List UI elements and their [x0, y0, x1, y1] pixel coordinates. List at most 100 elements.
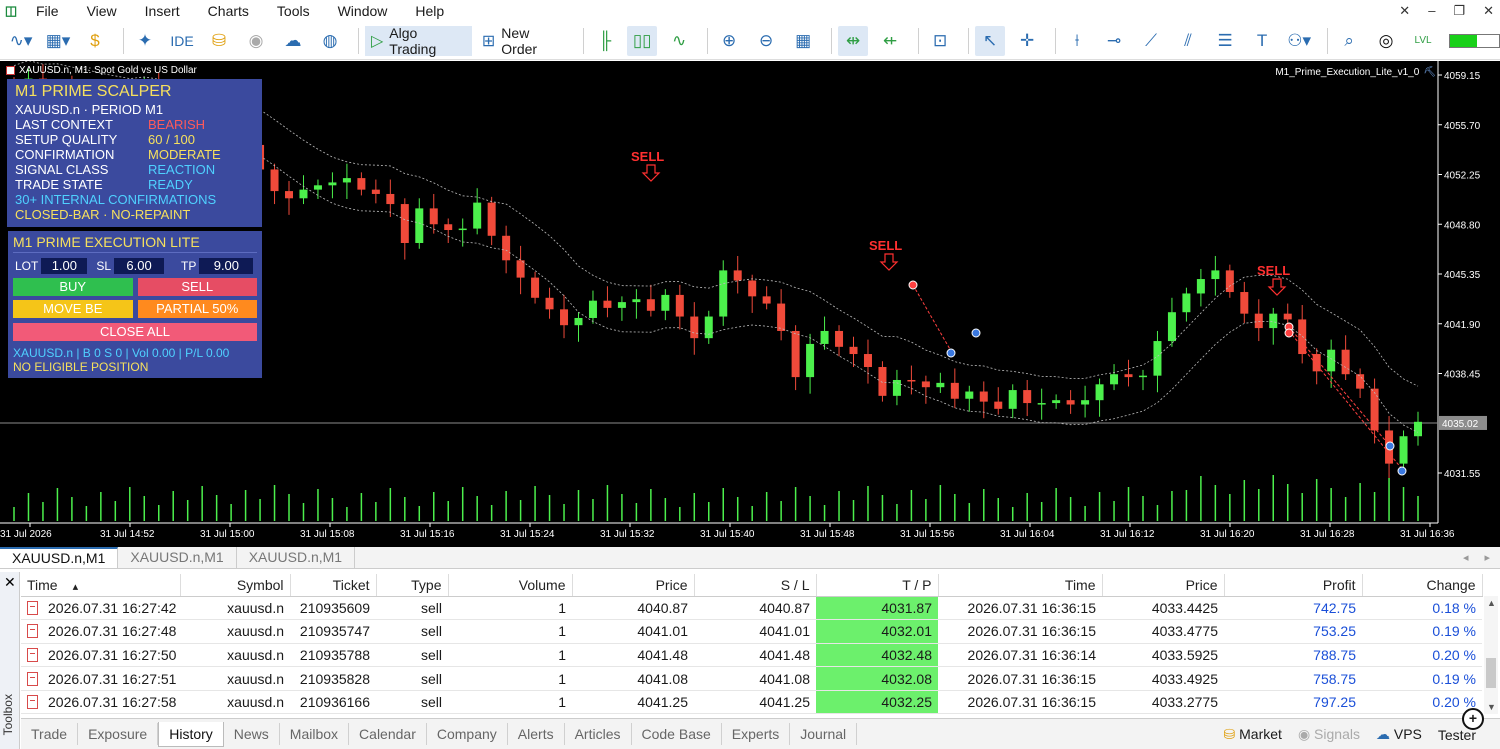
column-header[interactable]: T / P [816, 574, 939, 597]
tab-articles[interactable]: Articles [565, 723, 632, 745]
column-header[interactable]: Volume [448, 574, 573, 597]
column-header[interactable]: Profit [1224, 574, 1363, 597]
close-toolbox-icon[interactable]: ✕ [4, 574, 16, 591]
market-bag-icon[interactable]: ⛁ [204, 26, 234, 56]
sparkle-icon[interactable]: ✦ [130, 26, 160, 56]
lot-input[interactable]: 1.00 [41, 258, 88, 274]
vertical-line-icon[interactable]: ⟊ [1062, 26, 1092, 56]
shapes-icon[interactable]: ⚇▾ [1284, 26, 1314, 56]
menu-charts[interactable]: Charts [194, 0, 263, 22]
ide-button[interactable]: IDE [167, 26, 197, 56]
tab-code-base[interactable]: Code Base [632, 723, 722, 745]
table-row[interactable]: 2026.07.31 16:27:42 xauusd.n 210935609 sell… [21, 596, 1482, 621]
column-header[interactable]: Type [376, 574, 449, 597]
tp-input[interactable]: 9.00 [199, 258, 254, 274]
restore-window-icon[interactable]: ❐ [1453, 0, 1465, 22]
buy-button[interactable]: BUY [13, 278, 133, 296]
cloud-icon[interactable]: ☁ [278, 26, 308, 56]
tab-exposure[interactable]: Exposure [78, 723, 159, 745]
candle-body [1023, 390, 1032, 404]
candlestick-icon[interactable]: ▯▯ [627, 25, 658, 56]
auto-scroll-icon[interactable]: ⇹ [838, 25, 869, 56]
bar-chart-icon[interactable]: ╟ [590, 26, 620, 56]
menu-tools[interactable]: Tools [263, 0, 324, 22]
candle-body [1066, 400, 1075, 405]
table-row[interactable]: 2026.07.31 16:27:58 xauusd.n 210936166 sell… [21, 690, 1482, 715]
move-be-button[interactable]: MOVE BE [13, 300, 133, 318]
minimize-window-icon[interactable]: – [1428, 0, 1435, 22]
scroll-up-icon[interactable]: ▲ [1487, 598, 1496, 608]
algo-trading-button[interactable]: ▷ Algo Trading [364, 25, 472, 57]
market-link[interactable]: ⛁ Market [1224, 726, 1282, 743]
candle-body [357, 178, 366, 190]
close-chart-icon[interactable]: ✕ [1483, 0, 1494, 22]
tab-alerts[interactable]: Alerts [508, 723, 565, 745]
trendline-icon[interactable]: ⟋ [1136, 26, 1166, 56]
tab-mailbox[interactable]: Mailbox [280, 723, 350, 745]
sell-button[interactable]: SELL [137, 278, 257, 296]
scrollbar-thumb[interactable] [1486, 658, 1496, 688]
chart-shift-icon[interactable]: ⇷ [875, 26, 905, 56]
text-tool-icon[interactable]: T [1247, 26, 1277, 56]
sl-input[interactable]: 6.00 [114, 258, 165, 274]
chart-tab[interactable]: XAUUSD.n,M1 [0, 547, 119, 568]
column-header[interactable]: S / L [694, 574, 817, 597]
column-header[interactable]: Change [1362, 574, 1483, 597]
crosshair-icon[interactable]: ✛ [1012, 26, 1042, 56]
line-chart-icon[interactable]: ∿ [664, 26, 694, 56]
close-all-button[interactable]: CLOSE ALL [13, 323, 257, 341]
level-icon[interactable]: LVL [1408, 26, 1438, 56]
chart-type-icon[interactable]: ∿▾ [6, 26, 36, 56]
menu-insert[interactable]: Insert [131, 0, 194, 22]
tab-company[interactable]: Company [427, 723, 508, 745]
tab-history[interactable]: History [158, 721, 224, 747]
column-header[interactable]: Time [938, 574, 1103, 597]
close-window-icon[interactable]: ✕ [1399, 0, 1410, 22]
tab-scroll-left-icon[interactable]: ◂ [1463, 547, 1469, 569]
tab-journal[interactable]: Journal [790, 723, 858, 745]
table-row[interactable]: 2026.07.31 16:27:50 xauusd.n 210935788 sell… [21, 643, 1482, 668]
menu-help[interactable]: Help [401, 0, 458, 22]
zoom-out-icon[interactable]: ⊖ [751, 26, 781, 56]
market-dollar-icon[interactable]: $ [80, 26, 110, 56]
column-header[interactable]: Symbol [180, 574, 291, 597]
vps-link[interactable]: ☁ VPS [1376, 726, 1422, 743]
account-icon[interactable]: ◎ [1371, 26, 1401, 56]
network-icon[interactable]: ◍ [315, 26, 345, 56]
tab-scroll-right-icon[interactable]: ▸ [1484, 547, 1490, 569]
chart-templates-icon[interactable]: ▦▾ [43, 26, 73, 56]
table-cell: 2026.07.31 16:36:15 [938, 596, 1102, 621]
search-icon[interactable]: ⌕ [1334, 26, 1364, 56]
column-header[interactable]: Ticket [290, 574, 377, 597]
column-header[interactable]: Time ▴ [21, 574, 181, 597]
tile-windows-icon[interactable]: ▦ [788, 26, 818, 56]
tab-experts[interactable]: Experts [722, 723, 791, 745]
menu-window[interactable]: Window [324, 0, 402, 22]
column-header[interactable]: Price [1102, 574, 1225, 597]
zoom-in-icon[interactable]: ⊕ [714, 26, 744, 56]
channel-icon[interactable]: ⫽ [1173, 26, 1203, 56]
menu-file[interactable]: File [22, 0, 73, 22]
scroll-down-icon[interactable]: ▼ [1487, 702, 1496, 712]
table-row[interactable]: 2026.07.31 16:27:51 xauusd.n 210935828 sell… [21, 666, 1482, 691]
horizontal-line-icon[interactable]: ⊸ [1099, 26, 1129, 56]
chart-tab[interactable]: XAUUSD.n,M1 [118, 547, 237, 568]
new-order-button[interactable]: ⊞ New Order [476, 25, 573, 57]
toolbox-scrollbar[interactable]: ▲ ▼ [1484, 596, 1498, 714]
cursor-icon[interactable]: ↖ [975, 25, 1006, 56]
partial-close-button[interactable]: PARTIAL 50% [137, 300, 257, 318]
signals-radio-icon[interactable]: ◉ [241, 26, 271, 56]
price-chart[interactable]: 4059.15 4055.70 4052.25 4048.80 4045.35 4041.… [0, 61, 1500, 547]
chart-tab[interactable]: XAUUSD.n,M1 [237, 547, 356, 568]
screenshot-icon[interactable]: ⊡ [925, 26, 955, 56]
magnifier-icon[interactable]: + [1462, 708, 1484, 730]
table-row[interactable]: 2026.07.31 16:27:48 xauusd.n 210935747 sell… [21, 619, 1482, 644]
signals-link[interactable]: ◉ Signals [1298, 726, 1360, 743]
scalper-row-value: REACTION [148, 162, 216, 177]
menu-view[interactable]: View [73, 0, 131, 22]
fibonacci-icon[interactable]: ☰ [1210, 26, 1240, 56]
tab-calendar[interactable]: Calendar [349, 723, 427, 745]
column-header[interactable]: Price [572, 574, 695, 597]
tab-news[interactable]: News [224, 723, 280, 745]
tab-trade[interactable]: Trade [21, 723, 79, 745]
